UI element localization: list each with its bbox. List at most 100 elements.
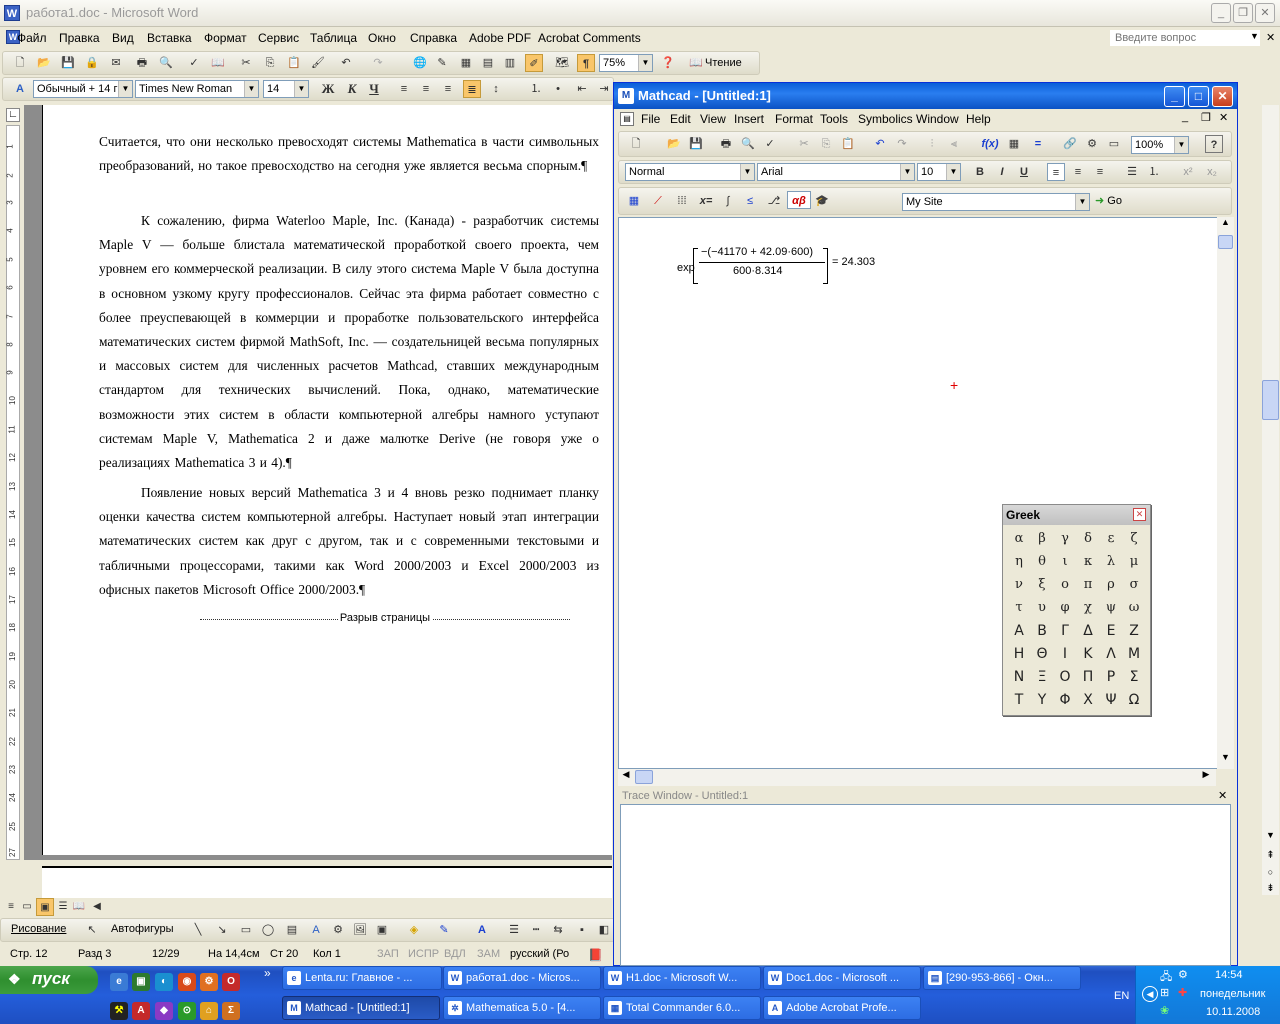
mc-menu-tools[interactable]: Tools bbox=[820, 112, 848, 126]
greek-symbol-button[interactable]: χ bbox=[1077, 597, 1099, 619]
font-select[interactable]: Times New Roman ▼ bbox=[135, 80, 259, 98]
mc-align-right-icon[interactable]: ≡ bbox=[1091, 163, 1109, 181]
greek-symbol-button[interactable]: Ζ bbox=[1123, 620, 1145, 642]
word-zoom-select[interactable]: 75% ▼ bbox=[599, 54, 653, 72]
document-map-icon[interactable]: 🗺 bbox=[553, 54, 571, 72]
styles-icon[interactable]: A bbox=[11, 80, 29, 98]
taskbar-button[interactable]: ▦ Total Commander 6.0... bbox=[603, 996, 761, 1020]
menu-file[interactable]: Файл bbox=[17, 31, 47, 45]
app-icon-8[interactable]: ◆ bbox=[155, 1002, 173, 1020]
next-page-icon[interactable]: ⇟ bbox=[1262, 883, 1279, 897]
drawing-menu[interactable]: Рисование bbox=[11, 923, 66, 935]
scroll-up-icon[interactable]: ▲ bbox=[1217, 217, 1234, 233]
greek-symbol-button[interactable]: δ bbox=[1077, 528, 1099, 550]
rectangle-icon[interactable]: ▭ bbox=[237, 921, 255, 939]
scroll-down-icon[interactable]: ▼ bbox=[1217, 752, 1234, 768]
acrobat-icon[interactable]: A bbox=[132, 1002, 150, 1020]
status-trk[interactable]: ИСПР bbox=[408, 948, 439, 960]
quicklaunch-more-icon[interactable]: » bbox=[264, 966, 271, 980]
greek-symbol-button[interactable]: Χ bbox=[1077, 689, 1099, 711]
greek-symbol-button[interactable]: Φ bbox=[1054, 689, 1076, 711]
ask-dropdown-icon[interactable]: ▼ bbox=[1250, 31, 1259, 41]
taskbar-button[interactable]: e Lenta.ru: Главное - ... bbox=[282, 966, 442, 990]
mc-style-select[interactable]: Normal ▼ bbox=[625, 163, 755, 181]
mc-new-icon[interactable]: 🗋 bbox=[627, 135, 645, 153]
mc-insert-hyperlink-icon[interactable]: 🔗 bbox=[1061, 135, 1079, 153]
menu-format[interactable]: Формат bbox=[204, 31, 247, 45]
mc-doc-close-icon[interactable]: ✕ bbox=[1219, 111, 1228, 124]
underline-button[interactable]: Ч bbox=[365, 80, 383, 98]
greek-symbol-button[interactable]: σ bbox=[1123, 574, 1145, 596]
new-icon[interactable]: 🗋 bbox=[11, 54, 29, 72]
bullets-icon[interactable]: • bbox=[549, 80, 567, 98]
taskbar-button[interactable]: ▤ [290-953-866] - Окн... bbox=[923, 966, 1081, 990]
mc-menu-window[interactable]: Window bbox=[916, 112, 959, 126]
scroll-down-icon[interactable]: ▼ bbox=[1262, 830, 1279, 846]
tray-icon-5[interactable]: ❀ bbox=[1160, 1004, 1169, 1017]
taskbar-button[interactable]: M Mathcad - [Untitled:1] bbox=[282, 996, 440, 1020]
mc-scroll-thumb[interactable] bbox=[1218, 235, 1233, 249]
reading-view-icon[interactable]: 📖 bbox=[70, 898, 88, 916]
greek-symbol-button[interactable]: Σ bbox=[1123, 666, 1145, 688]
show-hide-icon[interactable]: ¶ bbox=[577, 54, 595, 72]
web-view-icon[interactable]: ▭ bbox=[18, 898, 36, 916]
word-vertical-scrollbar[interactable]: ▼ ⇞ ○ ⇟ bbox=[1262, 105, 1279, 895]
tray-icon-2[interactable]: ⚙ bbox=[1178, 968, 1188, 981]
opera-icon[interactable]: O bbox=[222, 973, 240, 991]
tray-icon-3[interactable]: ⊞ bbox=[1160, 986, 1169, 999]
tab-selector-icon[interactable]: ∟ bbox=[6, 108, 20, 122]
decrease-indent-icon[interactable]: ⇤ bbox=[573, 80, 591, 98]
greek-symbol-button[interactable]: Ξ bbox=[1031, 666, 1053, 688]
mc-copy-icon[interactable]: ⎘ bbox=[817, 135, 835, 153]
greek-symbol-button[interactable]: Δ bbox=[1077, 620, 1099, 642]
word-minimize-button[interactable]: _ bbox=[1211, 3, 1231, 23]
scroll-left-icon[interactable]: ◀ bbox=[618, 769, 634, 786]
menu-window[interactable]: Окно bbox=[368, 31, 396, 45]
select-objects-icon[interactable]: ↖ bbox=[83, 921, 101, 939]
mc-site-select[interactable]: My Site ▼ bbox=[902, 193, 1090, 211]
mc-underline-button[interactable]: U bbox=[1015, 163, 1033, 181]
network-icon[interactable]: 🖧 bbox=[1160, 968, 1172, 987]
start-button[interactable]: ❖ пуск bbox=[0, 966, 98, 994]
numbering-icon[interactable]: ⒈ bbox=[527, 80, 545, 98]
desktop-icon[interactable]: ▣ bbox=[132, 973, 150, 991]
greek-symbol-button[interactable]: Θ bbox=[1031, 643, 1053, 665]
word-title-bar[interactable]: W работа1.doc - Microsoft Word _ ❐ ✕ bbox=[0, 0, 1280, 27]
calculator-toolbar-icon[interactable]: ▦ bbox=[625, 192, 643, 210]
greek-symbol-button[interactable]: Ε bbox=[1100, 620, 1122, 642]
mc-italic-button[interactable]: I bbox=[993, 163, 1011, 181]
greek-symbol-button[interactable]: Κ bbox=[1077, 643, 1099, 665]
arrow-icon[interactable]: ↘ bbox=[213, 921, 231, 939]
greek-symbol-button[interactable]: Ι bbox=[1054, 643, 1076, 665]
greek-palette-title-bar[interactable]: Greek ✕ bbox=[1003, 505, 1150, 525]
mc-zoom-select[interactable]: 100% ▼ bbox=[1131, 136, 1189, 154]
app-icon-10[interactable]: ⌂ bbox=[200, 1002, 218, 1020]
greek-symbol-button[interactable]: Η bbox=[1008, 643, 1030, 665]
greek-symbol-button[interactable]: Ρ bbox=[1100, 666, 1122, 688]
mc-bold-button[interactable]: B bbox=[971, 163, 989, 181]
fill-color-icon[interactable]: ◈ bbox=[405, 921, 423, 939]
mc-align-down-icon[interactable]: ⫷ bbox=[945, 135, 963, 153]
taskbar-button[interactable]: ✲ Mathematica 5.0 - [4... bbox=[443, 996, 601, 1020]
mc-print-icon[interactable]: 🖶 bbox=[717, 135, 735, 153]
greek-symbol-button[interactable]: τ bbox=[1008, 597, 1030, 619]
greek-symbol-button[interactable]: α bbox=[1008, 528, 1030, 550]
greek-symbol-button[interactable]: κ bbox=[1077, 551, 1099, 573]
greek-close-icon[interactable]: ✕ bbox=[1133, 508, 1146, 521]
status-ovr[interactable]: ЗАМ bbox=[477, 948, 500, 960]
word-doc-close-icon[interactable]: ✕ bbox=[1266, 31, 1275, 44]
tray-icon-4[interactable]: ✚ bbox=[1178, 986, 1187, 999]
mathcad-app-icon[interactable]: M bbox=[618, 88, 634, 104]
print-icon[interactable]: 🖶 bbox=[133, 54, 151, 72]
previous-page-icon[interactable]: ⇞ bbox=[1262, 850, 1279, 866]
mc-numbering-icon[interactable]: ⒈ bbox=[1145, 163, 1163, 181]
greek-symbol-button[interactable]: ο bbox=[1054, 574, 1076, 596]
greek-symbol-button[interactable]: Μ bbox=[1123, 643, 1145, 665]
greek-symbol-button[interactable]: ρ bbox=[1100, 574, 1122, 596]
programming-toolbar-icon[interactable]: ⎇ bbox=[765, 192, 783, 210]
insert-excel-icon[interactable]: ▤ bbox=[479, 54, 497, 72]
print-view-icon[interactable]: ▣ bbox=[36, 898, 54, 916]
word-app-icon[interactable]: W bbox=[4, 5, 20, 21]
mc-size-select[interactable]: 10 ▼ bbox=[917, 163, 961, 181]
menu-acrobat-comments[interactable]: Acrobat Comments bbox=[538, 31, 641, 45]
